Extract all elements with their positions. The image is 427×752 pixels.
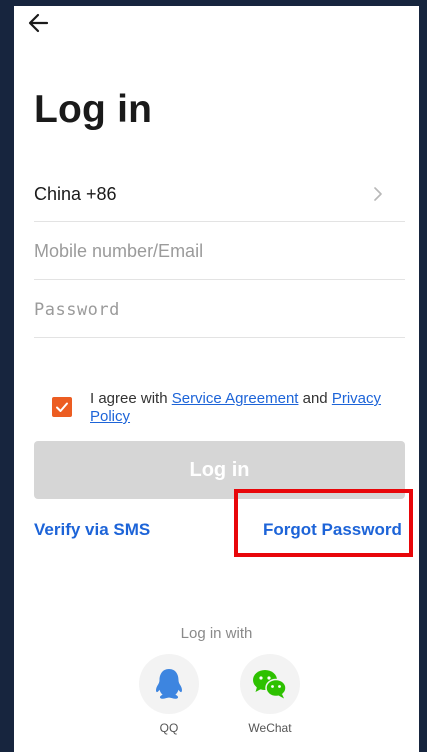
password-input[interactable] xyxy=(34,282,405,337)
country-selector[interactable]: China +86 xyxy=(34,166,405,222)
verify-via-sms-link[interactable]: Verify via SMS xyxy=(34,520,150,540)
forgot-password-link[interactable]: Forgot Password xyxy=(263,520,402,540)
mobile-email-field-row xyxy=(34,224,405,280)
qq-icon-circle xyxy=(139,654,199,714)
wechat-icon-circle xyxy=(240,654,300,714)
agreement-checkbox[interactable] xyxy=(52,397,72,417)
chevron-right-icon xyxy=(371,185,385,203)
password-field-row xyxy=(34,282,405,338)
service-agreement-link[interactable]: Service Agreement xyxy=(172,390,299,407)
mobile-email-input[interactable] xyxy=(34,224,405,279)
agreement-middle: and xyxy=(298,390,332,407)
qq-label: QQ xyxy=(159,721,179,735)
device-frame-top xyxy=(0,0,427,6)
wechat-label: WeChat xyxy=(248,721,292,735)
agreement-prefix: I agree with xyxy=(90,390,172,407)
qq-penguin-icon xyxy=(156,669,182,699)
page-title: Log in xyxy=(34,88,153,131)
back-arrow-icon[interactable] xyxy=(26,10,52,36)
checkmark-icon xyxy=(56,402,68,412)
qq-login-button[interactable]: QQ xyxy=(139,654,199,735)
wechat-login-button[interactable]: WeChat xyxy=(240,654,300,735)
wechat-icon xyxy=(253,670,287,699)
login-button[interactable]: Log in xyxy=(34,441,405,499)
login-with-heading: Log in with xyxy=(180,625,253,642)
country-code-label: China +86 xyxy=(34,184,117,204)
agreement-text: I agree with Service Agreement and Priva… xyxy=(90,390,402,426)
